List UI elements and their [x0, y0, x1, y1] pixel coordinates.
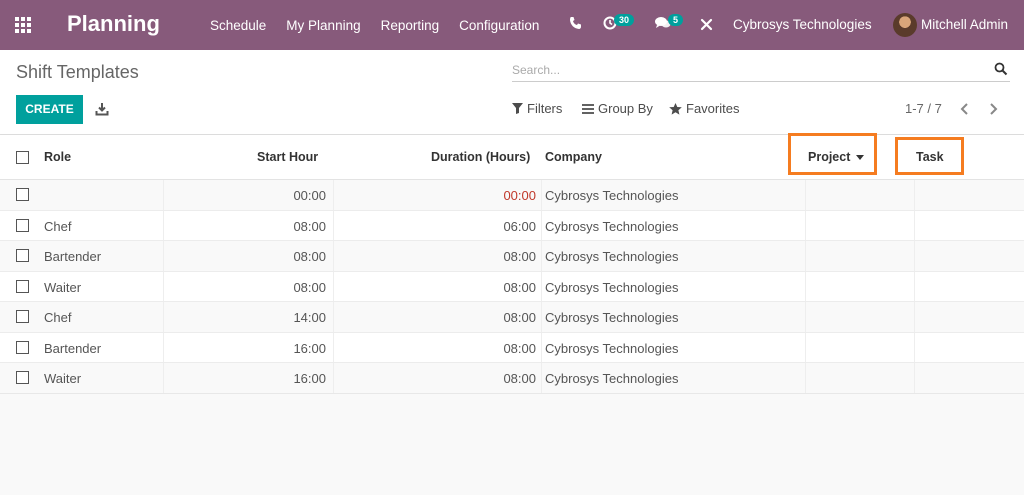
filters-label: Filters [527, 101, 563, 116]
cell-duration: 06:00 [503, 218, 536, 234]
cell-role: Chef [44, 218, 72, 234]
cell-duration: 08:00 [503, 279, 536, 295]
chevron-right-icon[interactable] [988, 103, 998, 115]
cell-start-hour: 16:00 [293, 340, 326, 356]
table-body: 00:00 00:00 Cybrosys Technologies Chef 0… [0, 180, 1024, 394]
user-avatar[interactable] [893, 13, 917, 37]
search-icon[interactable] [994, 62, 1008, 76]
download-icon[interactable] [95, 102, 109, 116]
row-checkbox[interactable] [16, 371, 29, 384]
favorites-button[interactable]: Favorites [669, 101, 739, 116]
chevron-left-icon[interactable] [960, 103, 970, 115]
table-row[interactable]: 00:00 00:00 Cybrosys Technologies [0, 180, 1024, 211]
cell-role: Bartender [44, 340, 102, 356]
header-company[interactable]: Company [545, 150, 602, 164]
star-icon [669, 102, 682, 115]
cell-start-hour: 16:00 [293, 371, 326, 386]
menu-configuration[interactable]: Configuration [449, 18, 549, 33]
header-duration[interactable]: Duration (Hours) [431, 150, 530, 164]
cell-company: Cybrosys Technologies [545, 279, 679, 295]
cell-start-hour: 08:00 [293, 249, 326, 264]
groupby-label: Group By [598, 101, 653, 116]
list-bars-icon [582, 103, 594, 114]
menu-reporting[interactable]: Reporting [371, 18, 450, 33]
row-checkbox[interactable] [16, 188, 29, 201]
favorites-label: Favorites [686, 101, 740, 116]
page-title: Shift Templates [16, 62, 139, 82]
cell-start-hour: 08:00 [293, 279, 326, 295]
table-row[interactable]: Chef 08:00 06:00 Cybrosys Technologies [0, 210, 1024, 241]
cell-duration: 00:00 [503, 188, 536, 203]
table-row[interactable]: Chef 14:00 08:00 Cybrosys Technologies [0, 302, 1024, 333]
control-panel: Shift Templates CREATE Filters Group By … [0, 50, 1024, 134]
main-menu: Schedule My Planning Reporting Configura… [200, 0, 549, 50]
cell-company: Cybrosys Technologies [545, 310, 679, 325]
top-navbar: Planning Schedule My Planning Reporting … [0, 0, 1024, 50]
menu-my-planning[interactable]: My Planning [276, 18, 370, 33]
activity-badge: 30 [614, 14, 635, 26]
cell-duration: 08:00 [503, 310, 536, 325]
cell-role: Bartender [44, 249, 102, 264]
filter-icon [512, 103, 523, 114]
shift-templates-table: Role Start Hour Duration (Hours) Company… [0, 133, 1024, 394]
cell-company: Cybrosys Technologies [545, 371, 679, 386]
row-checkbox[interactable] [16, 218, 29, 232]
filters-button[interactable]: Filters [512, 101, 562, 116]
table-row[interactable]: Bartender 16:00 08:00 Cybrosys Technolog… [0, 332, 1024, 363]
menu-schedule[interactable]: Schedule [200, 18, 276, 33]
search-bar [512, 60, 1010, 82]
cell-start-hour: 00:00 [293, 188, 326, 203]
cell-company: Cybrosys Technologies [545, 340, 679, 356]
user-menu[interactable]: Mitchell Admin [921, 17, 1008, 32]
cell-duration: 08:00 [503, 340, 536, 356]
task-highlight-box [895, 137, 964, 175]
groupby-button[interactable]: Group By [582, 101, 653, 116]
header-role[interactable]: Role [44, 150, 71, 164]
cell-role: Waiter [44, 371, 82, 386]
project-highlight-box [788, 133, 877, 175]
search-input[interactable] [512, 60, 982, 80]
row-checkbox[interactable] [16, 310, 29, 323]
row-checkbox[interactable] [16, 279, 29, 293]
app-brand[interactable]: Planning [67, 11, 160, 37]
cell-role: Chef [44, 310, 72, 325]
phone-icon[interactable] [569, 16, 581, 30]
table-row[interactable]: Bartender 08:00 08:00 Cybrosys Technolog… [0, 241, 1024, 272]
pager-value[interactable]: 1-7 / 7 [905, 101, 942, 116]
cell-duration: 08:00 [503, 249, 536, 264]
cell-duration: 08:00 [503, 371, 536, 386]
systray: 30 5 Cybrosys Technologies Mitchell Admi… [560, 0, 1024, 50]
header-start-hour[interactable]: Start Hour [257, 150, 318, 164]
table-header: Role Start Hour Duration (Hours) Company… [0, 133, 1024, 180]
cell-role: Waiter [44, 279, 82, 295]
table-row[interactable]: Waiter 08:00 08:00 Cybrosys Technologies [0, 271, 1024, 302]
cell-start-hour: 08:00 [293, 218, 326, 234]
select-all-checkbox[interactable] [16, 151, 29, 164]
cell-company: Cybrosys Technologies [545, 188, 679, 203]
row-checkbox[interactable] [16, 249, 29, 262]
cell-company: Cybrosys Technologies [545, 249, 679, 264]
row-checkbox[interactable] [16, 340, 29, 354]
cell-start-hour: 14:00 [293, 310, 326, 325]
cell-company: Cybrosys Technologies [545, 218, 679, 234]
create-button[interactable]: CREATE [16, 95, 83, 124]
debug-tools-icon[interactable] [700, 18, 713, 31]
company-switcher[interactable]: Cybrosys Technologies [733, 17, 872, 32]
table-row[interactable]: Waiter 16:00 08:00 Cybrosys Technologies [0, 363, 1024, 394]
messages-badge: 5 [668, 14, 684, 26]
apps-menu-icon[interactable] [15, 17, 33, 33]
empty-list-area [0, 393, 1024, 495]
